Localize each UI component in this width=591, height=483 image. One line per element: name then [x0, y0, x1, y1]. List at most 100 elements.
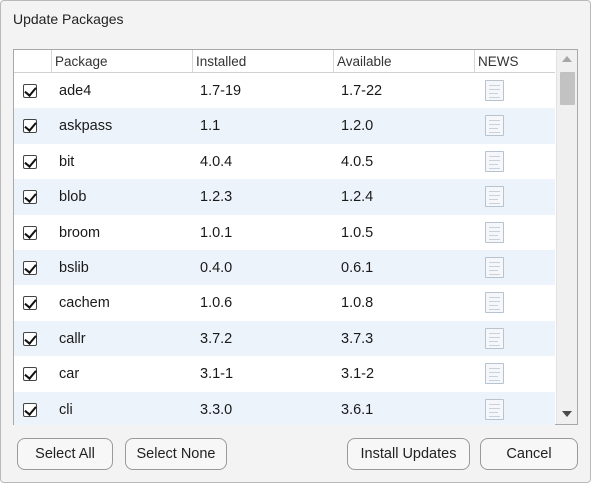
document-line [489, 376, 498, 378]
available-version: 3.6.1 [341, 401, 374, 418]
document-line [489, 309, 500, 311]
available-version: 3.7.3 [341, 330, 374, 347]
installed-version: 1.0.6 [200, 295, 233, 312]
document-line [489, 97, 500, 98]
installed-version: 1.7-19 [200, 83, 242, 99]
table-row[interactable]: blob 1.2.3 1.2.4 [14, 179, 555, 215]
row-checkbox[interactable] [23, 225, 37, 240]
package-name: ade4 [59, 83, 92, 99]
scroll-up-arrow-icon[interactable] [562, 56, 572, 62]
available-version: 1.0.8 [341, 295, 374, 312]
package-name: askpass [59, 118, 113, 135]
select-all-button[interactable]: Select All [17, 438, 113, 470]
document-icon[interactable] [485, 363, 504, 385]
table-row[interactable]: callr 3.7.2 3.7.3 [14, 320, 555, 357]
scroll-thumb[interactable] [560, 72, 575, 105]
installed-version: 1.1 [200, 118, 221, 135]
document-line [489, 226, 500, 228]
document-line [489, 403, 500, 405]
header-installed[interactable]: Installed [192, 50, 333, 72]
document-line [489, 93, 498, 94]
document-icon[interactable] [485, 80, 504, 101]
document-icon[interactable] [485, 257, 504, 278]
document-line [489, 340, 498, 342]
scroll-down-arrow-icon[interactable] [562, 411, 572, 417]
table-row[interactable]: bit 4.0.4 4.0.5 [14, 143, 555, 180]
document-icon[interactable] [485, 327, 504, 349]
row-checkbox[interactable] [23, 84, 37, 98]
document-line [489, 407, 500, 409]
table-row[interactable]: bslib 0.4.0 0.6.1 [14, 250, 555, 286]
document-line [489, 234, 498, 236]
update-packages-dialog: Update Packages Package Installed Availa… [0, 0, 591, 483]
document-line [489, 128, 498, 130]
available-version: 0.6.1 [341, 260, 374, 276]
available-version: 1.2.0 [341, 118, 374, 135]
document-line [489, 167, 500, 169]
header-news[interactable]: NEWS [474, 50, 555, 72]
header-checkbox-column [14, 50, 51, 72]
document-line [489, 372, 500, 374]
packages-table: Package Installed Available NEWS ade4 1.7… [13, 49, 578, 425]
document-line [489, 297, 500, 299]
table-row[interactable]: broom 1.0.1 1.0.5 [14, 214, 555, 250]
row-checkbox[interactable] [23, 190, 37, 205]
document-line [489, 262, 500, 263]
header-package[interactable]: Package [51, 50, 192, 72]
available-version: 1.7-22 [341, 83, 383, 99]
row-checkbox[interactable] [23, 261, 37, 275]
document-icon[interactable] [485, 292, 504, 314]
document-line [489, 270, 498, 271]
installed-version: 1.0.1 [200, 224, 233, 241]
header-available[interactable]: Available [333, 50, 474, 72]
document-line [489, 274, 500, 275]
table-row[interactable]: ade4 1.7-19 1.7-22 [14, 73, 555, 109]
row-checkbox[interactable] [23, 367, 37, 382]
table-row[interactable]: cachem 1.0.6 1.0.8 [14, 285, 555, 321]
document-line [489, 230, 500, 232]
document-line [489, 332, 500, 334]
table-row[interactable]: askpass 1.1 1.2.0 [14, 108, 555, 144]
document-line [489, 380, 500, 382]
row-checkbox[interactable] [23, 331, 37, 346]
document-icon[interactable] [485, 115, 504, 137]
dialog-title: Update Packages [13, 11, 124, 27]
row-checkbox[interactable] [23, 154, 37, 169]
available-version: 1.2.4 [341, 189, 374, 206]
document-line [489, 120, 500, 122]
row-checkbox[interactable] [23, 119, 37, 134]
document-line [489, 85, 500, 86]
table-row[interactable]: cli 3.3.0 3.6.1 [14, 391, 555, 425]
document-icon[interactable] [485, 186, 504, 208]
document-line [489, 155, 500, 157]
package-name: broom [59, 224, 101, 241]
cancel-button[interactable]: Cancel [480, 438, 578, 470]
document-line [489, 301, 500, 303]
package-name: bslib [59, 260, 89, 276]
package-name: car [59, 366, 80, 383]
row-checkbox[interactable] [23, 296, 37, 311]
available-version: 4.0.5 [341, 153, 374, 170]
installed-version: 0.4.0 [200, 260, 233, 276]
row-checkbox[interactable] [23, 402, 37, 417]
available-version: 1.0.5 [341, 224, 374, 241]
document-icon[interactable] [485, 150, 504, 172]
document-line [489, 191, 500, 193]
installed-version: 4.0.4 [200, 153, 233, 170]
table-row[interactable]: car 3.1-1 3.1-2 [14, 356, 555, 392]
vertical-scrollbar[interactable] [556, 50, 577, 424]
document-line [489, 305, 498, 307]
table-header: Package Installed Available NEWS [14, 50, 555, 73]
document-line [489, 203, 500, 205]
installed-version: 3.3.0 [200, 401, 233, 418]
document-icon[interactable] [485, 398, 504, 420]
install-updates-button[interactable]: Install Updates [347, 438, 470, 470]
document-line [489, 163, 498, 165]
document-line [489, 238, 500, 240]
document-line [489, 132, 500, 134]
select-none-button[interactable]: Select None [125, 438, 227, 470]
installed-version: 1.2.3 [200, 189, 233, 206]
document-icon[interactable] [485, 221, 504, 243]
available-version: 3.1-2 [341, 366, 375, 383]
document-line [489, 124, 500, 126]
